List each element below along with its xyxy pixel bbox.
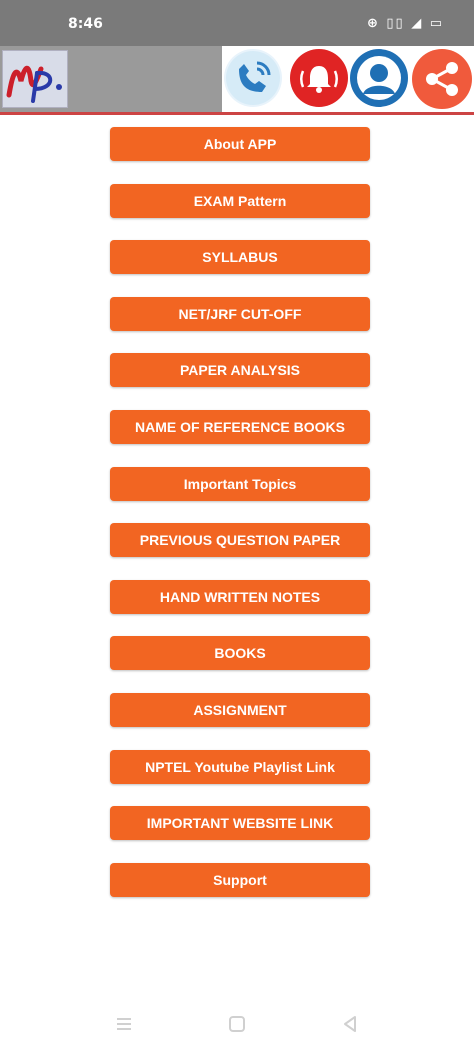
syllabus-button[interactable]: SYLLABUS	[110, 240, 370, 275]
action-icons	[222, 46, 474, 112]
status-bar: 8:46 ⊕ ▯▯ ◢ ▭	[0, 0, 474, 46]
bell-icon[interactable]	[290, 49, 348, 107]
logo-icon	[6, 65, 62, 103]
support-button[interactable]: Support	[110, 862, 370, 897]
menu-list: About APP EXAM Pattern SYLLABUS NET/JRF …	[110, 127, 370, 919]
app-bar	[0, 46, 474, 115]
assignment-button[interactable]: ASSIGNMENT	[110, 692, 370, 727]
user-icon[interactable]	[350, 49, 408, 107]
paper-analysis-button[interactable]: PAPER ANALYSIS	[110, 353, 370, 388]
status-time: 8:46	[68, 16, 103, 32]
system-nav-bar	[0, 1000, 474, 1054]
hand-written-notes-button[interactable]: HAND WRITTEN NOTES	[110, 579, 370, 614]
books-button[interactable]: BOOKS	[110, 636, 370, 671]
nptel-playlist-button[interactable]: NPTEL Youtube Playlist Link	[110, 749, 370, 784]
status-indicators: ⊕ ▯▯ ◢ ▭	[366, 16, 444, 31]
net-jrf-cutoff-button[interactable]: NET/JRF CUT-OFF	[110, 296, 370, 331]
previous-question-paper-button[interactable]: PREVIOUS QUESTION PAPER	[110, 523, 370, 558]
app-logo[interactable]	[2, 50, 68, 108]
share-icon[interactable]	[412, 49, 472, 109]
important-topics-button[interactable]: Important Topics	[110, 466, 370, 501]
important-website-button[interactable]: IMPORTANT WEBSITE LINK	[110, 806, 370, 841]
reference-books-button[interactable]: NAME OF REFERENCE BOOKS	[110, 409, 370, 444]
phone-icon[interactable]	[224, 49, 282, 107]
back-icon[interactable]	[340, 1014, 360, 1039]
menu-icon[interactable]	[114, 1014, 134, 1039]
about-app-button[interactable]: About APP	[110, 127, 370, 161]
home-icon[interactable]	[227, 1014, 247, 1039]
exam-pattern-button[interactable]: EXAM Pattern	[110, 183, 370, 218]
